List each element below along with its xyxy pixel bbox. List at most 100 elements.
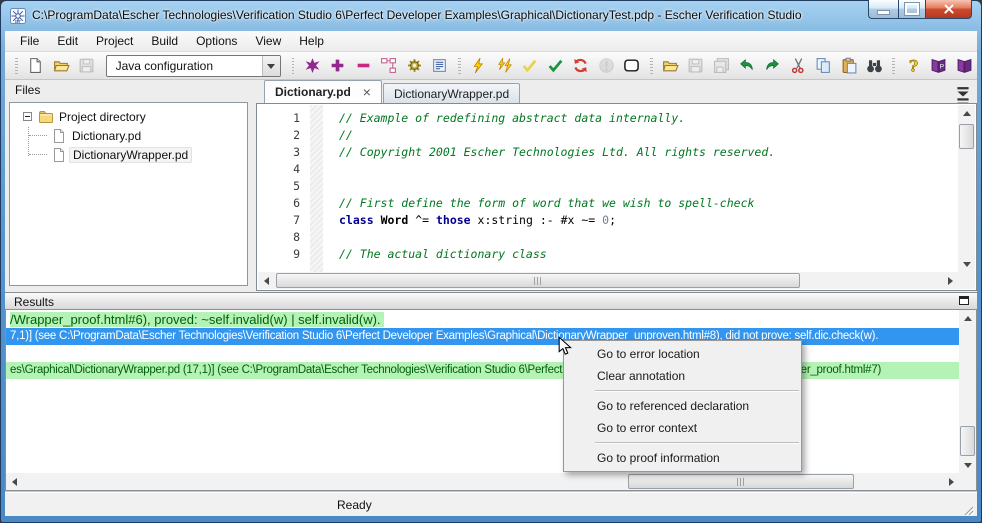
project-structure-icon[interactable] (376, 54, 402, 78)
add-file-icon[interactable] (325, 54, 351, 78)
save-all-icon (709, 54, 735, 78)
stop-icon (593, 54, 619, 78)
resize-grip[interactable] (962, 504, 975, 516)
tab-dictionarywrapper.pd[interactable]: DictionaryWrapper.pd (382, 83, 521, 103)
scroll-up-button[interactable] (959, 310, 976, 326)
results-vertical-scrollbar[interactable] (959, 310, 976, 473)
editor-horizontal-scrollbar[interactable] (258, 272, 958, 289)
files-panel-title: Files (15, 83, 41, 97)
editor-vertical-scrollbar[interactable] (958, 105, 975, 272)
results-horizontal-scrollbar[interactable] (6, 473, 959, 490)
copy-icon[interactable] (811, 54, 837, 78)
tree-item-dictionarywrapper-pd[interactable]: DictionaryWrapper.pd (10, 145, 247, 164)
result-line-1[interactable]: /Wrapper_proof.html#6), proved: ~self.in… (6, 311, 959, 328)
arrow-right-icon (948, 477, 958, 486)
build-icon[interactable] (466, 54, 492, 78)
maximize-panel-icon[interactable] (959, 296, 969, 305)
toolbar: Java configuration? P (5, 52, 977, 80)
close-tab-icon[interactable]: × (363, 85, 371, 99)
view-report-icon[interactable] (427, 54, 453, 78)
menu-item-build[interactable]: Build (142, 31, 187, 51)
verify-icon[interactable] (542, 54, 568, 78)
results-vscroll-thumb[interactable] (960, 426, 975, 456)
minimize-button[interactable] (868, 0, 898, 19)
menu-item-options[interactable]: Options (187, 31, 246, 51)
tab-label: Dictionary.pd (275, 85, 351, 99)
open-project-icon[interactable] (49, 54, 75, 78)
client-area: File Edit Project Build Options View Help Java… (5, 31, 977, 516)
line-number: 5 (293, 179, 300, 193)
chevron-down-icon[interactable] (261, 55, 280, 76)
toolbar-grip (291, 57, 295, 74)
title-bar[interactable]: ET C:\ProgramData\Escher Technologies\Ve… (1, 0, 981, 31)
tab-list-button[interactable] (956, 85, 970, 108)
context-menu-item-go-to-referenced-declaration[interactable]: Go to referenced declaration (564, 395, 801, 417)
help-icon[interactable]: ? (900, 54, 926, 78)
new-project-icon[interactable] (23, 54, 49, 78)
paste-icon[interactable] (836, 54, 862, 78)
context-menu-item-clear-annotation[interactable]: Clear annotation (564, 365, 801, 387)
project-settings-icon[interactable] (402, 54, 428, 78)
redo-icon[interactable] (760, 54, 786, 78)
menu-item-project[interactable]: Project (87, 31, 142, 51)
check-icon[interactable] (517, 54, 543, 78)
scroll-down-button[interactable] (959, 457, 976, 473)
configuration-combobox[interactable]: Java configuration (105, 54, 281, 77)
code-editor[interactable]: 1 // Example of redefining abstract data … (258, 105, 958, 272)
open-file-icon[interactable] (658, 54, 684, 78)
scrollbar-corner (959, 473, 976, 490)
reference-manual-icon[interactable] (951, 54, 977, 78)
re-verify-icon[interactable] (568, 54, 594, 78)
close-icon (942, 2, 956, 16)
file-tree[interactable]: Project directory Dictionary.pd Dictionary… (9, 102, 248, 286)
result-line-4[interactable]: es\Graphical\DictionaryWrapper.pd (17,1)… (6, 362, 959, 379)
line-number: 6 (293, 196, 300, 210)
undo-icon[interactable] (734, 54, 760, 78)
editor-hscroll-thumb[interactable] (276, 273, 800, 288)
scroll-left-button[interactable] (258, 272, 274, 289)
code-line-9: 9 // The actual dictionary class (258, 246, 958, 263)
tab-bar: Dictionary.pd × DictionaryWrapper.pd (256, 80, 977, 103)
results-list[interactable]: /Wrapper_proof.html#6), proved: ~self.in… (6, 310, 959, 473)
menu-item-help[interactable]: Help (290, 31, 333, 51)
editor-box: 1 // Example of redefining abstract data … (256, 103, 977, 291)
scroll-up-button[interactable] (958, 105, 975, 121)
tree-item-label: Project directory (59, 109, 146, 124)
find-icon[interactable] (862, 54, 888, 78)
arrow-up-icon (963, 312, 972, 321)
scroll-right-button[interactable] (942, 272, 958, 289)
arrow-left-icon (8, 477, 17, 486)
collapse-icon[interactable] (23, 112, 32, 121)
toolbar-grip (649, 57, 653, 74)
context-menu-item-go-to-error-location[interactable]: Go to error location (564, 343, 801, 365)
menu-item-edit[interactable]: Edit (48, 31, 87, 51)
mouse-cursor (558, 336, 572, 355)
build-all-icon[interactable] (491, 54, 517, 78)
tree-item-project-directory[interactable]: Project directory (10, 107, 247, 126)
results-hscroll-thumb[interactable] (628, 474, 854, 489)
add-new-file-icon[interactable] (299, 54, 325, 78)
close-button[interactable] (926, 0, 972, 19)
menu-separator (595, 390, 799, 392)
scroll-right-button[interactable] (943, 473, 959, 490)
context-menu-item-go-to-error-context[interactable]: Go to error context (564, 417, 801, 439)
context-menu-item-go-to-proof-information[interactable]: Go to proof information (564, 447, 801, 469)
scroll-down-button[interactable] (958, 256, 975, 272)
language-manual-icon[interactable]: P (926, 54, 952, 78)
editor-vscroll-thumb[interactable] (959, 124, 974, 149)
line-number: 2 (293, 128, 300, 142)
scroll-left-button[interactable] (6, 473, 22, 490)
line-number: 8 (293, 230, 300, 244)
code-line-5: 5 (258, 178, 958, 195)
folder-icon (38, 109, 54, 125)
tab-dictionary.pd[interactable]: Dictionary.pd × (264, 80, 382, 103)
maximize-button[interactable] (898, 0, 926, 19)
tree-item-dictionary-pd[interactable]: Dictionary.pd (10, 126, 247, 145)
remove-file-icon[interactable] (351, 54, 377, 78)
console-icon[interactable] (619, 54, 645, 78)
cut-icon[interactable] (785, 54, 811, 78)
menu-item-file[interactable]: File (11, 31, 48, 51)
toolbar-grip (457, 57, 461, 74)
result-line-2[interactable]: 7,1)] (see C:\ProgramData\Escher Technol… (6, 328, 959, 345)
menu-item-view[interactable]: View (246, 31, 290, 51)
